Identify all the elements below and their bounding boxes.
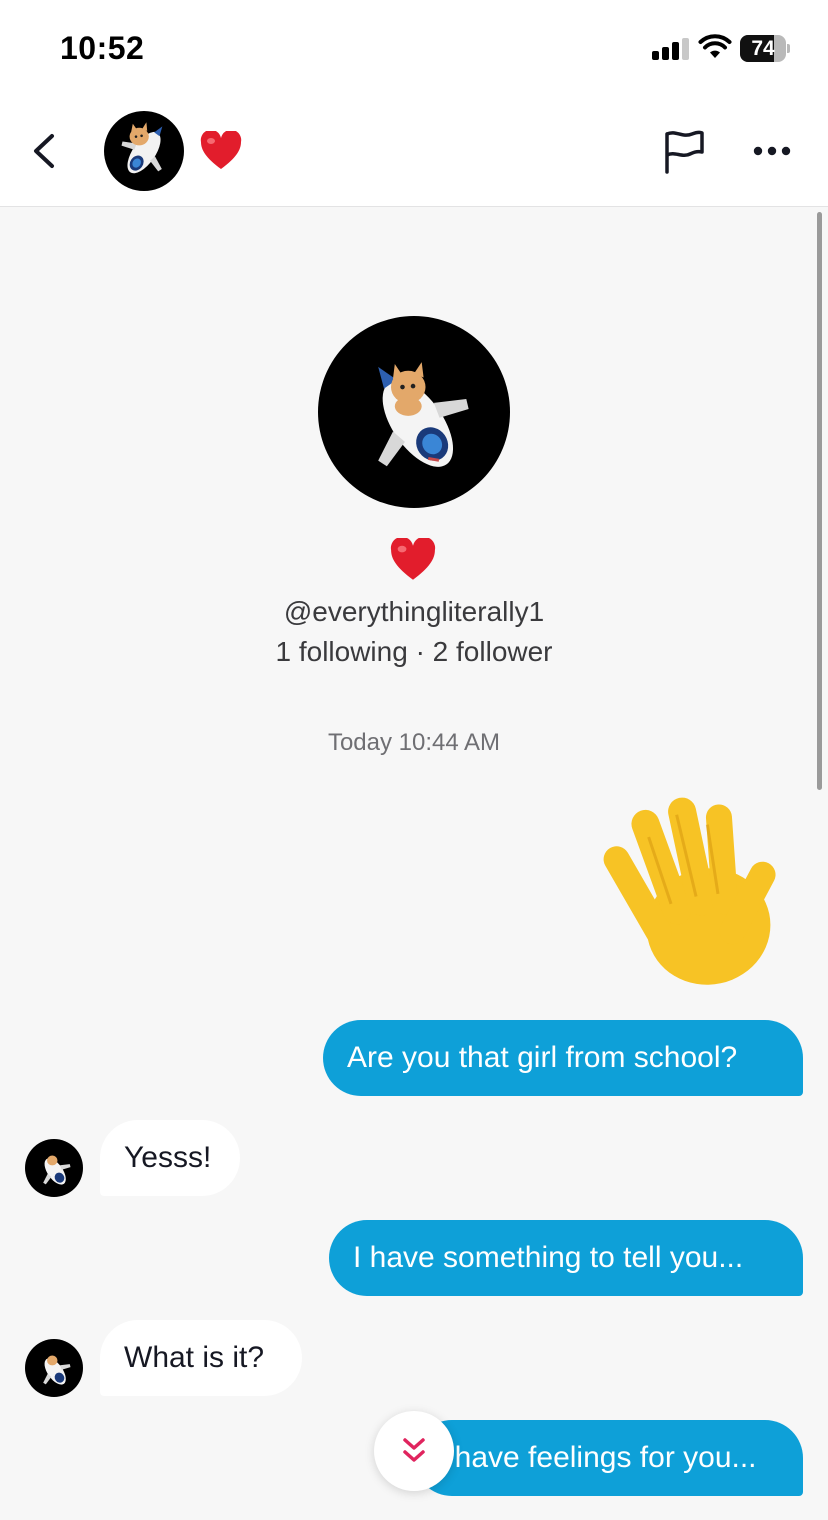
scrollbar[interactable] [817,212,822,790]
battery-icon: 74 [740,35,790,62]
message-bubble-outgoing[interactable]: I have feelings for you... [414,1420,803,1496]
kitten-airplane-icon [43,1355,71,1385]
kitten-airplane-icon [121,122,163,174]
sender-avatar[interactable] [25,1339,83,1397]
header-avatar[interactable] [104,111,184,191]
profile-stats: 1 following · 2 follower [275,636,553,667]
profile-avatar[interactable] [318,316,510,508]
status-time: 10:52 [60,30,145,66]
battery-level: 74 [751,37,775,60]
back-button[interactable] [24,126,64,176]
profile-username[interactable]: @everythingliterally1 [0,596,828,628]
status-bar: 10:52 74 [0,0,828,96]
double-chevron-down-icon [403,1438,425,1462]
message-bubble-outgoing[interactable]: Are you that girl from school? [323,1020,803,1096]
kitten-airplane-icon [43,1155,71,1185]
heart-emoji [390,536,436,587]
message-timestamp: Today 10:44 AM [327,729,501,756]
message-bubble-incoming[interactable]: What is it? [100,1320,302,1396]
report-flag-button[interactable] [660,128,708,174]
sender-avatar[interactable] [25,1139,83,1197]
more-options-button[interactable] [748,134,796,168]
waving-hand-emoji[interactable] [582,790,796,1004]
heart-emoji [200,129,242,176]
scroll-to-bottom-button[interactable] [374,1411,454,1491]
cellular-signal-icon [652,38,690,60]
message-bubble-outgoing[interactable]: I have something to tell you... [329,1220,803,1296]
chat-header [0,96,828,207]
chat-screen: 10:52 74 @everythingliterally1 1 followi… [0,0,828,1520]
wifi-icon [698,34,732,58]
message-bubble-incoming[interactable]: Yesss! [100,1120,240,1196]
kitten-airplane-icon [378,362,469,467]
